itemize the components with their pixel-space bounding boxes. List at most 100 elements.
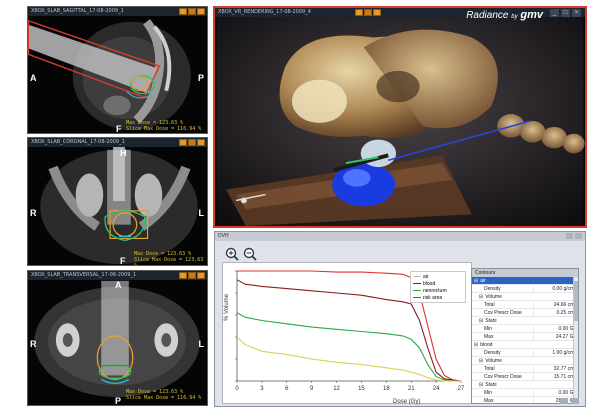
contours-property-panel[interactable]: Contours ⊟ air Density 0.00 g/cm³ ⊟ Volume Tot… [471, 268, 579, 404]
close-button[interactable]: × [572, 9, 581, 17]
contour-property-row[interactable]: Cov Prescr Dose 0.25 cm³ [472, 309, 578, 317]
view-toolbar [179, 7, 205, 16]
3d-pelvis-rendering[interactable] [215, 8, 585, 226]
view-tool-button[interactable] [188, 139, 196, 146]
view-tool-button[interactable] [197, 272, 205, 279]
property-label: Min [484, 325, 493, 332]
property-label: Max [484, 397, 494, 404]
zoom-out-icon[interactable] [243, 247, 257, 261]
minimize-button[interactable] [566, 233, 573, 239]
view-tool-button[interactable] [364, 9, 372, 16]
view-tool-button[interactable] [188, 272, 196, 279]
contours-scrollbar[interactable] [573, 277, 578, 403]
dvh-chart[interactable]: % Volume 0 3 6 9 12 15 18 21 24 27 Dose (Gy) air b… [222, 262, 472, 405]
property-value: 0.25 cm³ [533, 309, 578, 316]
property-name: Max [472, 398, 533, 404]
view-tool-button[interactable] [373, 9, 381, 16]
chart-legend: air blood neorectum risk area [410, 271, 466, 303]
orientation-label-feet: F [120, 256, 126, 266]
contour-property-row[interactable]: ⊟ Volume [472, 293, 578, 301]
property-label: Density [484, 349, 501, 356]
transversal-view[interactable]: XBOX_SLAB_TRANSVERSAL_17-08-2009_1 A R L… [27, 270, 208, 406]
transversal-ct-image[interactable] [28, 271, 207, 405]
view-tool-button[interactable] [188, 8, 196, 15]
close-button[interactable] [575, 233, 582, 239]
contour-property-row[interactable]: ⊟ Stats [472, 317, 578, 325]
property-name: Density [472, 350, 533, 356]
expand-toggle-icon[interactable]: ⊟ [479, 358, 483, 364]
property-name: ⊟ Stats [472, 382, 533, 388]
contour-property-row[interactable]: Cov Prescr Dose 15.71 cm³ [472, 373, 578, 381]
property-value: 0.00 Gy [533, 389, 578, 396]
sagittal-view[interactable]: XBOX_SLAB_SAGITTAL_17-08-2009_1 A P F Ma… [27, 6, 208, 134]
max-dose-readout: Max Dose = 123.63 % Slice Max Dose = 116… [126, 120, 202, 132]
scrollbar-thumb[interactable] [574, 281, 578, 321]
legend-item: neorectum [413, 287, 463, 294]
property-label: Volume [485, 293, 502, 300]
expand-toggle-icon[interactable]: ⊟ [479, 318, 483, 324]
legend-item: air [413, 273, 463, 280]
x-tick-label: 21 [408, 386, 415, 392]
expand-toggle-icon[interactable]: ⊟ [479, 382, 483, 388]
x-tick-label: 6 [285, 386, 289, 392]
contour-property-row[interactable]: ⊟ blood [472, 341, 578, 349]
contour-property-row[interactable]: Min 0.00 Gy [472, 389, 578, 397]
radiance-logo: Radiance by gmv [466, 9, 543, 21]
view-tool-button[interactable] [179, 139, 187, 146]
orientation-label-left: L [198, 208, 205, 218]
contour-property-row[interactable]: Max 24.27 Gy [472, 333, 578, 341]
footer-button[interactable] [560, 398, 568, 404]
orientation-label-feet: F [116, 124, 122, 134]
property-value: 32.77 cm³ [533, 365, 578, 372]
view-tool-button[interactable] [179, 8, 187, 15]
contour-property-row[interactable]: ⊟ Stats [472, 381, 578, 389]
contour-property-row[interactable]: Density 1.00 g/cm³ [472, 349, 578, 357]
contour-property-row[interactable]: ⊟ Volume [472, 357, 578, 365]
property-value: 0.00 g/cm³ [533, 285, 578, 292]
minimize-button[interactable]: _ [550, 9, 559, 17]
property-name: Min [472, 390, 533, 396]
property-name: Cov Prescr Dose [472, 374, 533, 380]
dvh-curve-air [236, 336, 461, 382]
contour-property-row[interactable]: Density 0.00 g/cm³ [472, 285, 578, 293]
property-label: Total [484, 365, 495, 372]
property-label: Cov Prescr Dose [484, 373, 522, 380]
x-tick-label: 0 [235, 386, 239, 392]
property-name: Total [472, 366, 533, 372]
expand-toggle-icon[interactable]: ⊟ [479, 294, 483, 300]
volume-rendering-view[interactable]: XBOX_VR_RENDERING_17-08-2009_4 Radiance … [213, 6, 587, 228]
coronal-ct-image[interactable] [28, 138, 207, 265]
legend-swatch [413, 276, 421, 277]
expand-toggle-icon[interactable]: ⊟ [474, 342, 478, 348]
expand-toggle-icon[interactable]: ⊟ [474, 278, 478, 284]
maximize-button[interactable]: □ [561, 9, 570, 17]
footer-button[interactable] [571, 398, 579, 404]
legend-label: air [423, 273, 429, 280]
orientation-label-posterior: P [115, 396, 122, 406]
view-tool-button[interactable] [179, 272, 187, 279]
zoom-in-icon[interactable] [225, 247, 239, 261]
coronal-view[interactable]: XBOX_SLAB_CORONAL_17-08-2009_1 H R L F M… [27, 137, 208, 266]
legend-label: risk area [423, 294, 443, 301]
sagittal-ct-image[interactable] [28, 7, 207, 133]
property-label: Cov Prescr Dose [484, 309, 522, 316]
max-dose-readout: Max Dose = 123.63 % Slice Max Dose = 123… [134, 251, 204, 266]
view-tool-button[interactable] [197, 139, 205, 146]
property-name: Total [472, 302, 533, 308]
property-name: Max [472, 334, 533, 340]
contour-property-row[interactable]: ⊟ air [472, 277, 578, 285]
property-label: air [480, 277, 486, 284]
view-tool-button[interactable] [355, 9, 363, 16]
property-value: 24.27 Gy [533, 333, 578, 340]
orientation-label-right: R [30, 208, 37, 218]
legend-swatch [413, 290, 421, 291]
dvh-footer-controls [560, 398, 579, 404]
contour-property-row[interactable]: Total 32.77 cm³ [472, 365, 578, 373]
view-tool-button[interactable] [197, 8, 205, 15]
contour-property-row[interactable]: Min 0.00 Gy [472, 325, 578, 333]
property-value: 24.66 cm³ [533, 301, 578, 308]
contour-property-row[interactable]: Total 24.66 cm³ [472, 301, 578, 309]
property-value: 0.00 Gy [533, 325, 578, 332]
x-tick-label: 3 [260, 386, 264, 392]
orientation-label-right: R [30, 339, 37, 349]
